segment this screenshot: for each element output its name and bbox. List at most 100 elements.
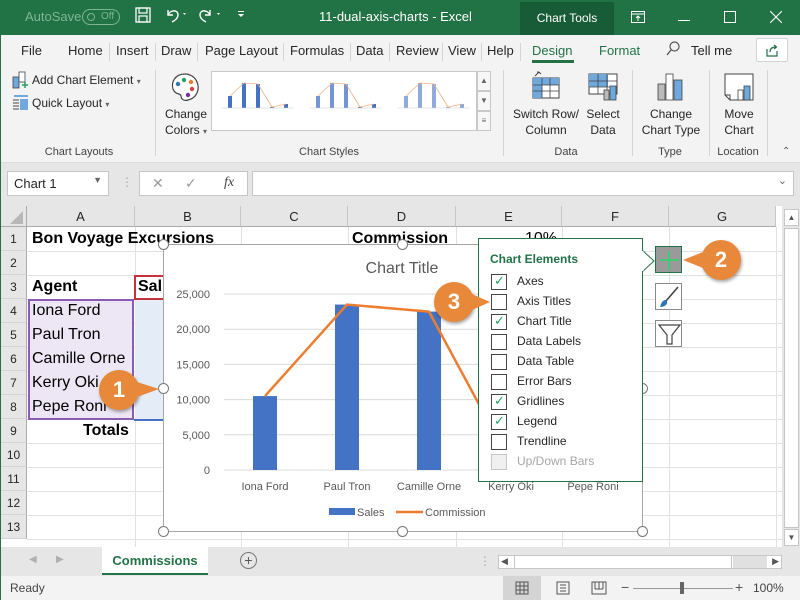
chart-element-error-bars[interactable]: Error Bars: [491, 372, 631, 392]
row-header-4[interactable]: 4: [1, 299, 27, 323]
scroll-up-icon[interactable]: ▲: [784, 209, 799, 226]
chart-element-legend[interactable]: ✓ Legend: [491, 412, 631, 432]
column-header-C[interactable]: C: [241, 206, 348, 227]
resize-handle-bottom-left[interactable]: [158, 526, 169, 537]
next-sheet-icon[interactable]: ▶: [56, 554, 64, 565]
checkbox[interactable]: [491, 294, 507, 310]
share-button[interactable]: [756, 38, 788, 62]
chart-styles-button[interactable]: [655, 283, 682, 310]
page-layout-view-button[interactable]: [551, 576, 575, 600]
chart-element-data-labels[interactable]: Data Labels: [491, 332, 631, 352]
row-header-8[interactable]: 8: [1, 395, 27, 419]
tab-view[interactable]: View: [448, 43, 476, 58]
close-icon[interactable]: [753, 0, 799, 35]
column-header-B[interactable]: B: [135, 206, 241, 227]
save-icon[interactable]: [135, 7, 151, 29]
split-grip-icon[interactable]: ⋮: [479, 554, 491, 568]
prev-sheet-icon[interactable]: ◀: [29, 554, 37, 565]
vertical-scroll-thumb[interactable]: [784, 228, 799, 528]
checkbox[interactable]: ✓: [491, 393, 507, 410]
redo-icon[interactable]: [198, 7, 224, 29]
chart-element-gridlines[interactable]: ✓ Gridlines: [491, 392, 631, 412]
chart-elements-button[interactable]: [655, 246, 682, 273]
scroll-left-icon[interactable]: ◀: [501, 556, 508, 567]
tab-design[interactable]: Design: [532, 43, 572, 58]
cell-A9[interactable]: Totals: [83, 422, 129, 440]
chart-title[interactable]: Chart Title: [366, 260, 439, 277]
chevron-down-icon[interactable]: ▼: [93, 175, 102, 185]
resize-handle-left[interactable]: [158, 383, 169, 394]
zoom-level[interactable]: 100%: [753, 581, 784, 595]
row-header-5[interactable]: 5: [1, 323, 27, 347]
zoom-out-icon[interactable]: −: [621, 579, 629, 595]
chart-style-thumbnail-3[interactable]: [390, 74, 476, 128]
row-header-6[interactable]: 6: [1, 347, 27, 371]
chart-element-axis-titles[interactable]: Axis Titles: [491, 292, 631, 312]
tab-page-layout[interactable]: Page Layout: [205, 43, 278, 58]
horizontal-scrollbar[interactable]: ◀ ▶: [498, 555, 782, 569]
resize-handle-top[interactable]: [397, 239, 408, 250]
select-all-button[interactable]: [1, 206, 27, 227]
cell-A7[interactable]: Kerry Oki: [32, 374, 99, 392]
add-chart-element-button[interactable]: Add Chart Element ▾: [32, 73, 141, 87]
formula-input[interactable]: ⌄: [252, 171, 794, 196]
move-chart-button[interactable]: Move Chart: [715, 106, 763, 138]
resize-handle-bottom-right[interactable]: [637, 526, 648, 537]
cell-A8[interactable]: Pepe Roni: [32, 398, 107, 416]
quick-layout-button[interactable]: Quick Layout ▾: [32, 96, 109, 110]
name-box[interactable]: Chart 1 ▼: [7, 171, 109, 196]
checkbox[interactable]: [491, 354, 507, 370]
enter-icon[interactable]: ✓: [185, 175, 197, 192]
zoom-slider-thumb[interactable]: [680, 582, 684, 594]
chart-styles-gallery[interactable]: [211, 71, 477, 131]
cancel-icon[interactable]: ✕: [152, 175, 164, 192]
resize-handle-top-left[interactable]: [158, 239, 169, 250]
undo-icon[interactable]: [164, 7, 190, 29]
tab-review[interactable]: Review: [396, 43, 439, 58]
row-header-3[interactable]: 3: [1, 275, 27, 299]
checkbox[interactable]: ✓: [491, 273, 507, 290]
chart-element-trendline[interactable]: Trendline: [491, 432, 631, 452]
gallery-scroll-up-icon[interactable]: ▲: [477, 71, 491, 91]
tab-file[interactable]: File: [21, 43, 42, 58]
checkbox[interactable]: [491, 434, 507, 450]
ribbon-display-options-icon[interactable]: [615, 0, 661, 35]
scroll-down-icon[interactable]: ▼: [784, 529, 799, 546]
page-break-view-button[interactable]: [587, 576, 611, 600]
change-colors-button[interactable]: Change Colors ▾: [161, 106, 211, 140]
tab-format[interactable]: Format: [599, 43, 640, 58]
zoom-in-icon[interactable]: +: [735, 579, 743, 595]
column-header-A[interactable]: A: [27, 206, 135, 227]
chart-element-axes[interactable]: ✓ Axes: [491, 272, 631, 292]
tab-insert[interactable]: Insert: [116, 43, 149, 58]
scroll-track[interactable]: [733, 556, 767, 568]
select-data-button[interactable]: Select Data: [583, 106, 623, 138]
column-header-G[interactable]: G: [669, 206, 776, 227]
cell-A6[interactable]: Camille Orne: [32, 350, 125, 368]
tab-help[interactable]: Help: [487, 43, 514, 58]
sheet-tab-commissions[interactable]: Commissions: [102, 547, 208, 575]
tab-formulas[interactable]: Formulas: [290, 43, 344, 58]
autosave-toggle[interactable]: Off: [82, 9, 120, 25]
chart-element-data-table[interactable]: Data Table: [491, 352, 631, 372]
horizontal-scroll-thumb[interactable]: [514, 556, 732, 568]
tab-draw[interactable]: Draw: [161, 43, 191, 58]
customize-qat-icon[interactable]: [237, 7, 245, 27]
collapse-ribbon-icon[interactable]: ⌃: [782, 146, 790, 157]
chart-element-chart-title[interactable]: ✓ Chart Title: [491, 312, 631, 332]
row-header-11[interactable]: 11: [1, 467, 27, 491]
chart-style-thumbnail-2[interactable]: [302, 74, 388, 128]
row-header-2[interactable]: 2: [1, 251, 27, 275]
vertical-scrollbar[interactable]: ▲ ▼: [782, 206, 800, 547]
column-header-E[interactable]: E: [456, 206, 562, 227]
chart-filters-button[interactable]: [655, 320, 682, 347]
cell-A5[interactable]: Paul Tron: [32, 326, 100, 344]
row-header-10[interactable]: 10: [1, 443, 27, 467]
search-icon[interactable]: [666, 41, 680, 60]
chart-style-thumbnail-1[interactable]: [214, 74, 300, 128]
column-header-F[interactable]: F: [562, 206, 669, 227]
normal-view-button[interactable]: [503, 576, 541, 600]
switch-row-column-button[interactable]: Switch Row/ Column: [509, 106, 583, 138]
checkbox[interactable]: [491, 374, 507, 390]
row-header-1[interactable]: 1: [1, 227, 27, 251]
